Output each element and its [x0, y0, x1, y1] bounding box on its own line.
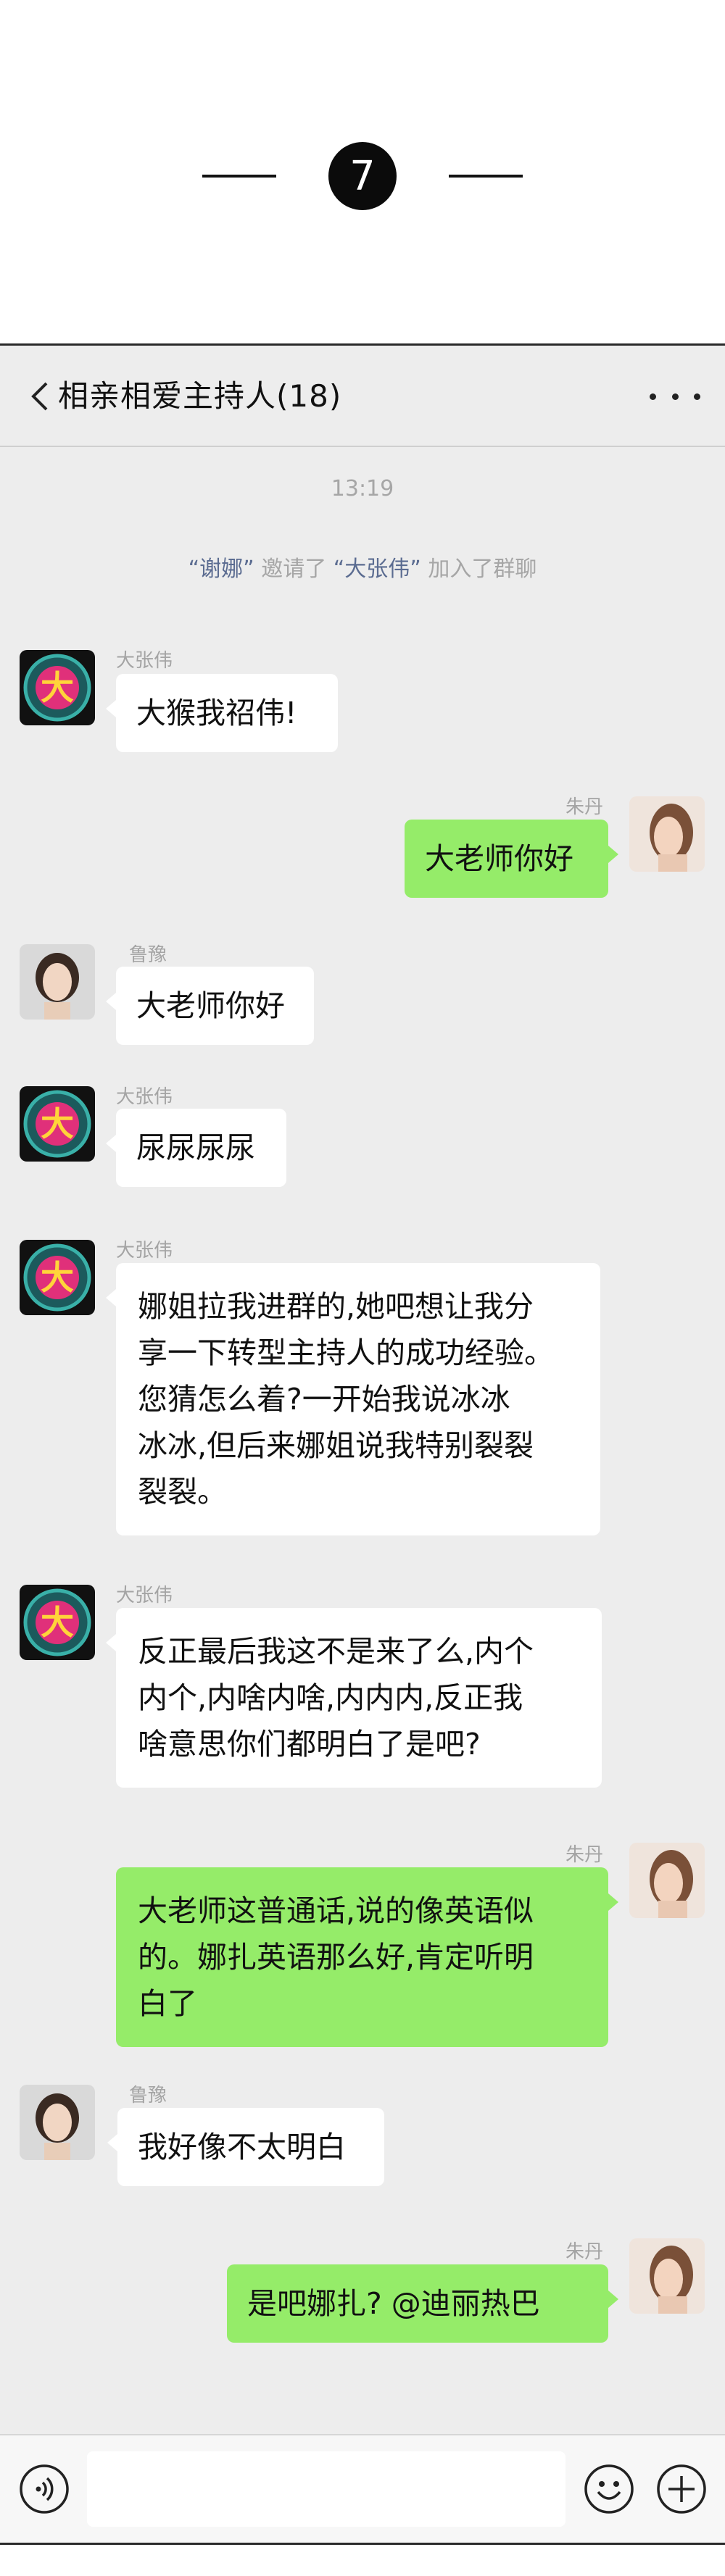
input-bar: [0, 2434, 725, 2543]
avatar-dazhangwei[interactable]: 大: [20, 1585, 95, 1660]
message-bubble[interactable]: 是吧娜扎? @迪丽热巴: [227, 2264, 618, 2343]
sender-name: 鲁豫: [129, 944, 167, 966]
inviter-name[interactable]: “谢娜”: [188, 557, 254, 582]
system-notice: “谢娜” 邀请了 “大张伟” 加入了群聊: [0, 551, 725, 583]
message-bubble[interactable]: 反正最后我这不是来了么,内个 内个,内啥内啥,内内内,反正我 啥意思你们都明白了…: [106, 1608, 602, 1788]
avatar-dazhangwei[interactable]: 大: [20, 650, 95, 725]
avatar-dazhangwei[interactable]: 大: [20, 1086, 95, 1162]
sender-name: 鲁豫: [129, 2085, 167, 2106]
message-bubble[interactable]: 大老师你好: [106, 967, 314, 1045]
bottom-border: [0, 2543, 725, 2576]
message-bubble[interactable]: 我好像不太明白: [107, 2108, 384, 2186]
sender-name: 大张伟: [116, 650, 173, 672]
svg-text:大: 大: [41, 668, 74, 707]
group-title: 相亲相爱主持人(18): [58, 378, 342, 414]
episode-number: 7: [328, 142, 397, 210]
sender-name: 朱丹: [566, 2241, 604, 2263]
avatar-luyu[interactable]: [20, 2085, 95, 2160]
svg-text:大: 大: [41, 1258, 74, 1297]
avatar-zhudan[interactable]: [629, 796, 705, 872]
plus-icon[interactable]: [655, 2463, 708, 2515]
voice-icon[interactable]: [18, 2463, 70, 2515]
more-dots-icon[interactable]: [650, 382, 700, 411]
svg-text:大: 大: [41, 1104, 74, 1143]
sender-name: 大张伟: [116, 1585, 173, 1606]
avatar-luyu[interactable]: [20, 944, 95, 1020]
emoji-icon[interactable]: [583, 2463, 635, 2515]
message-bubble[interactable]: 尿尿尿尿: [106, 1109, 286, 1187]
chat-header: 相亲相爱主持人(18): [0, 346, 725, 447]
avatar-zhudan[interactable]: [629, 2238, 705, 2314]
chat-window: 相亲相爱主持人(18) 13:19 “谢娜” 邀请了 “大张伟” 加入了群聊 大…: [0, 343, 725, 2576]
message-bubble[interactable]: 大猴我祒伟!: [106, 674, 338, 752]
sender-name: 大张伟: [116, 1240, 173, 1262]
message-bubble[interactable]: 娜姐拉我进群的,她吧想让我分 享一下转型主持人的成功经验。 您猜怎么着?一开始我…: [106, 1263, 600, 1535]
sender-name: 大张伟: [116, 1086, 173, 1108]
message-bubble[interactable]: 大老师你好: [405, 820, 618, 898]
system-text-joined: 加入了群聊: [420, 557, 537, 582]
back-chevron-icon[interactable]: [23, 380, 57, 413]
system-text-invited: 邀请了: [254, 557, 327, 582]
avatar-zhudan[interactable]: [629, 1843, 705, 1918]
message-input[interactable]: [87, 2451, 566, 2527]
marker-line-left: [202, 175, 276, 178]
avatar-dazhangwei[interactable]: 大: [20, 1240, 95, 1315]
message-timestamp: 13:19: [331, 476, 394, 501]
svg-text:大: 大: [41, 1603, 74, 1642]
sender-name: 朱丹: [566, 1844, 604, 1866]
invitee-name[interactable]: “大张伟”: [334, 557, 421, 582]
message-bubble[interactable]: 大老师这普通话,说的像英语似 的。娜扎英语那么好,肯定听明 白了: [116, 1867, 618, 2047]
episode-marker: 7: [0, 0, 725, 343]
sender-name: 朱丹: [566, 796, 604, 818]
marker-line-right: [449, 175, 523, 178]
